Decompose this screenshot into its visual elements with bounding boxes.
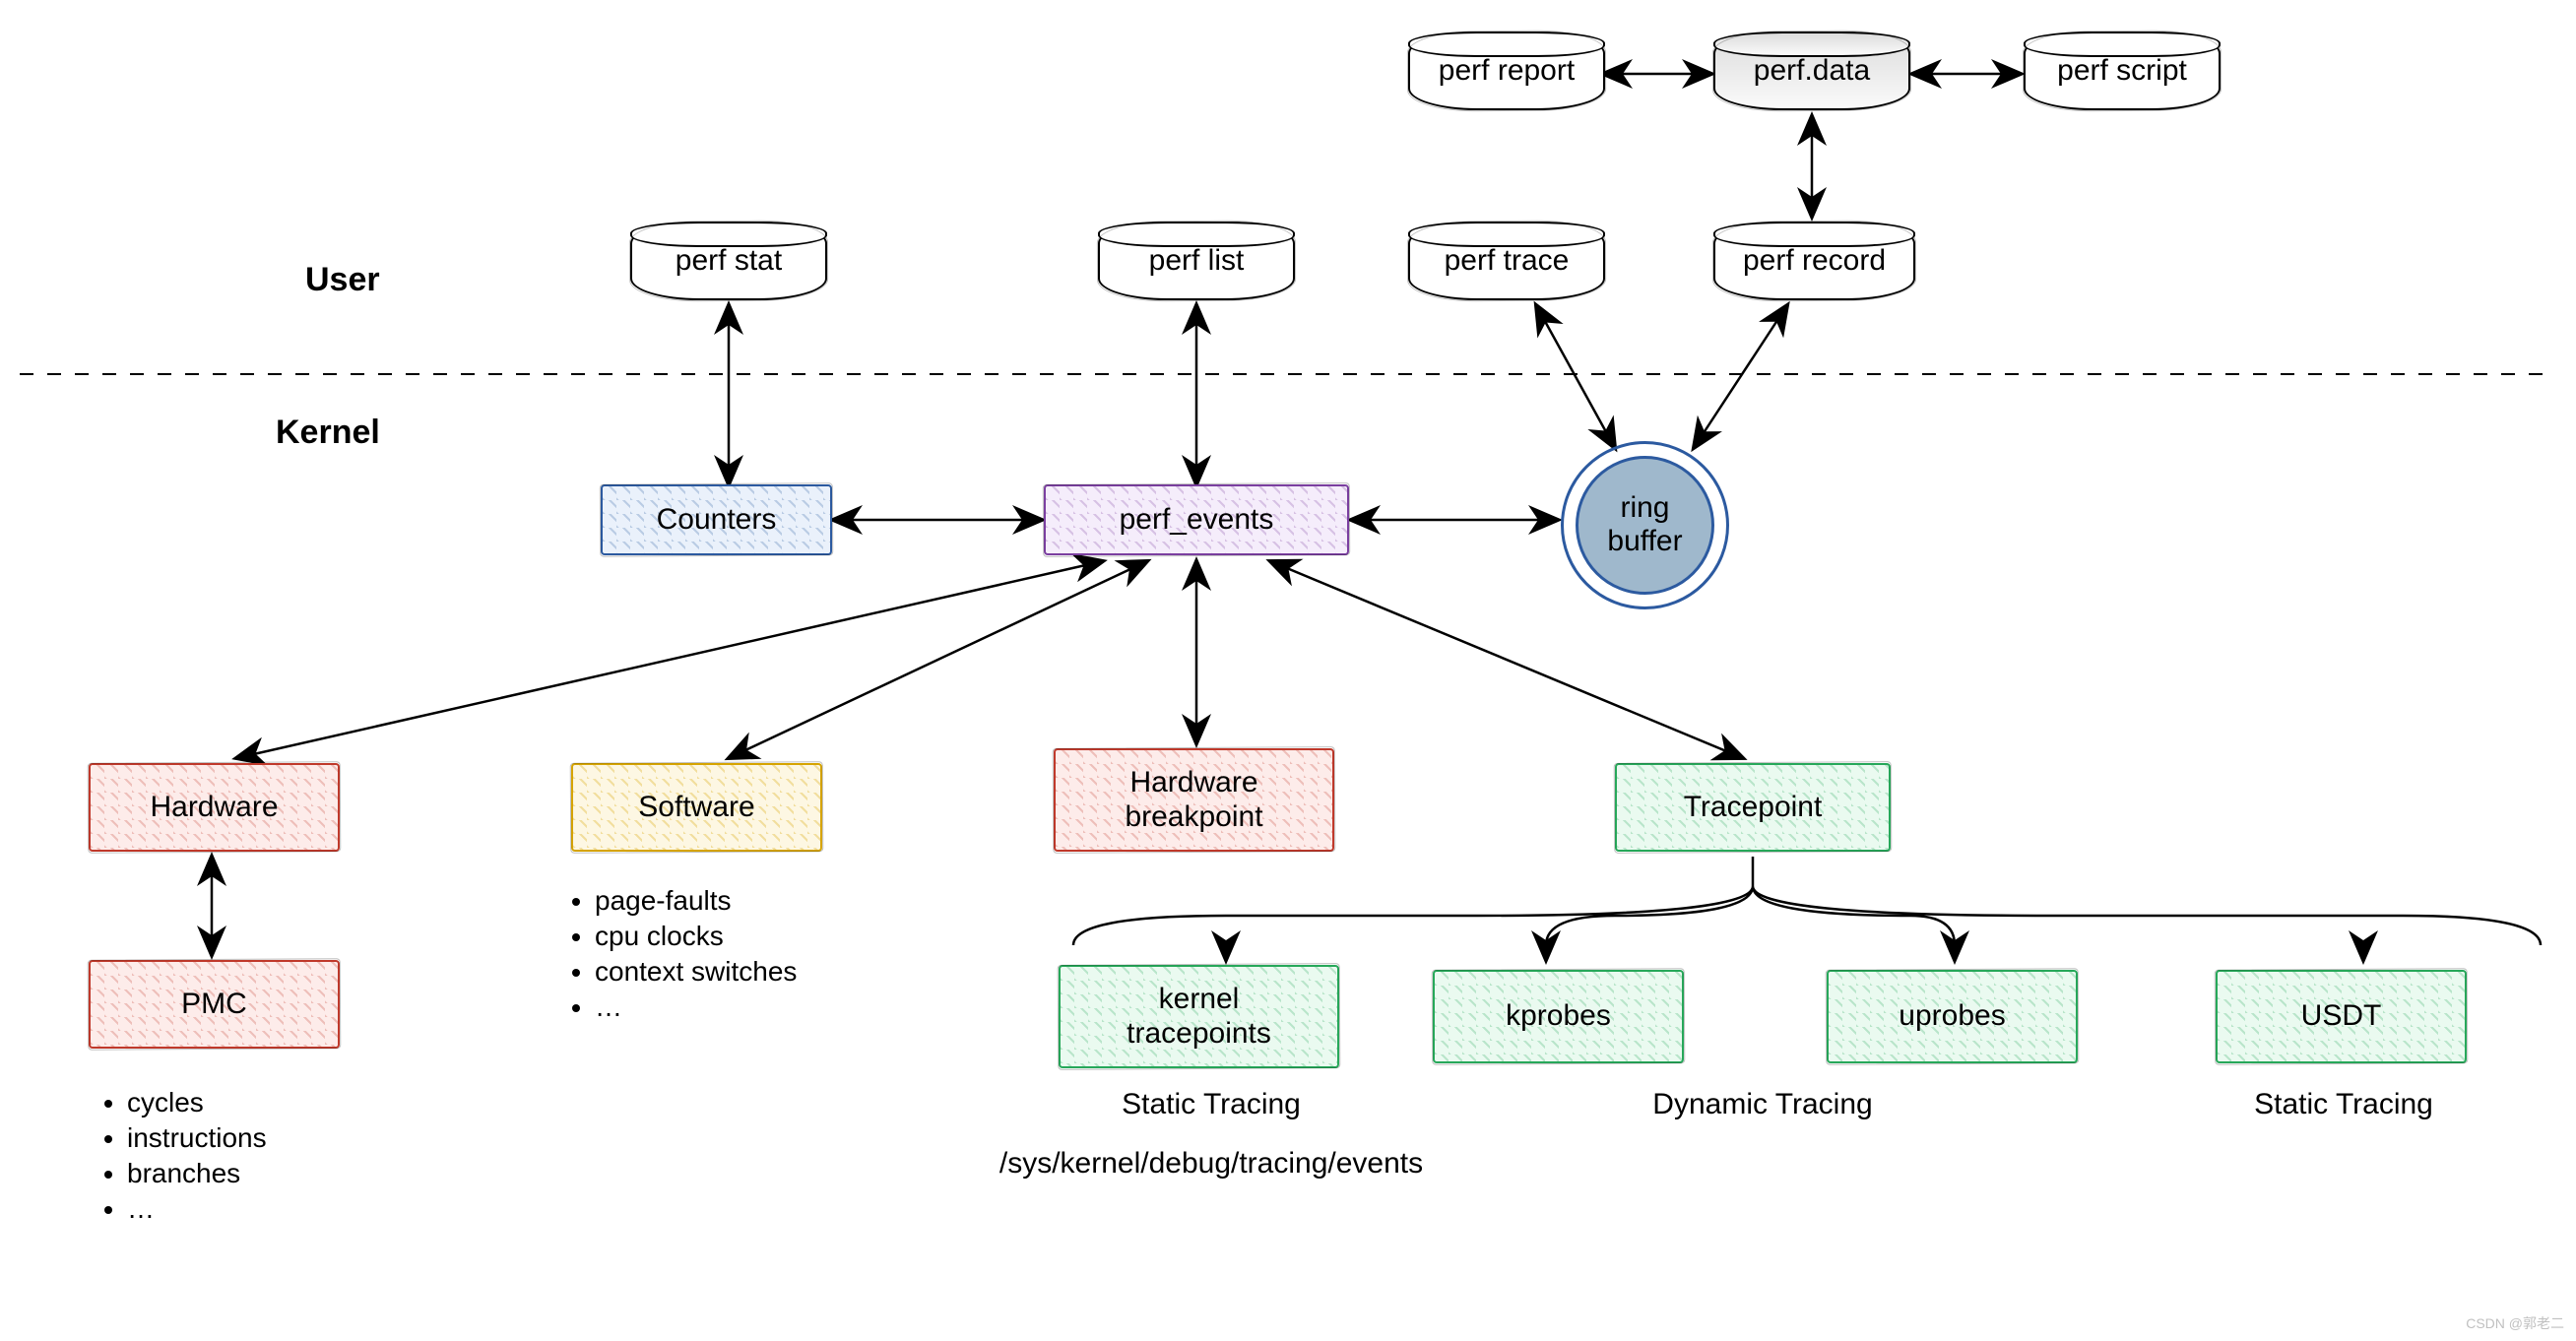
pmc-bullet: instructions [127, 1122, 409, 1154]
software-bullet: page-faults [595, 885, 935, 917]
caption-static-tracing-2: Static Tracing [2216, 1088, 2472, 1121]
caption-sysfs-path: /sys/kernel/debug/tracing/events [906, 1147, 1516, 1181]
software-bullet: cpu clocks [595, 921, 935, 952]
kernel-tracepoints-label: kernel tracepoints [1127, 983, 1271, 1051]
pmc-bullet: branches [127, 1158, 409, 1189]
usdt-label: USDT [2301, 999, 2382, 1034]
watermark: CSDN @郭老二 [2466, 1313, 2564, 1333]
box-pmc: PMC [89, 960, 340, 1049]
software-bullet: context switches [595, 956, 935, 988]
uprobes-label: uprobes [1899, 999, 2005, 1034]
box-hw-breakpoint: Hardware breakpoint [1054, 748, 1334, 852]
caption-static-tracing-1: Static Tracing [1083, 1088, 1339, 1121]
box-tracepoint: Tracepoint [1615, 763, 1891, 852]
caption-dynamic-tracing: Dynamic Tracing [1566, 1088, 1960, 1121]
box-uprobes: uprobes [1827, 970, 2078, 1063]
perf-record-label: perf record [1743, 244, 1886, 278]
disk-perf-stat: perf stat [630, 222, 827, 300]
disk-perf-trace: perf trace [1408, 222, 1605, 300]
ring-buffer-label: ring buffer [1607, 491, 1682, 558]
label-kernel: Kernel [276, 414, 380, 452]
label-user: User [305, 261, 380, 299]
box-usdt: USDT [2216, 970, 2467, 1063]
box-counters: Counters [601, 484, 832, 555]
diagram-canvas: User Kernel perf report perf.data perf s… [0, 0, 2576, 1341]
perf-script-label: perf script [2057, 54, 2187, 88]
disk-perf-script: perf script [2024, 32, 2221, 110]
perf-events-label: perf_events [1120, 503, 1274, 538]
perf-stat-label: perf stat [676, 244, 782, 278]
software-label: Software [638, 791, 754, 825]
counters-label: Counters [657, 503, 777, 538]
perf-trace-label: perf trace [1445, 244, 1570, 278]
kprobes-label: kprobes [1506, 999, 1611, 1034]
pmc-label: PMC [181, 988, 247, 1022]
bullets-pmc: cycles instructions branches … [94, 1083, 409, 1229]
circle-ring-buffer: ring buffer [1561, 441, 1729, 609]
hw-breakpoint-label: Hardware breakpoint [1125, 766, 1262, 834]
box-kernel-tracepoints: kernel tracepoints [1059, 965, 1339, 1068]
perf-data-label: perf.data [1754, 54, 1870, 88]
hardware-label: Hardware [150, 791, 278, 825]
perf-list-label: perf list [1149, 244, 1245, 278]
tracepoint-label: Tracepoint [1684, 791, 1823, 825]
box-hardware: Hardware [89, 763, 340, 852]
disk-perf-record: perf record [1713, 222, 1915, 300]
box-perf-events: perf_events [1044, 484, 1349, 555]
box-software: Software [571, 763, 822, 852]
disk-perf-report: perf report [1408, 32, 1605, 110]
perf-report-label: perf report [1439, 54, 1575, 88]
box-kprobes: kprobes [1433, 970, 1684, 1063]
pmc-bullet: cycles [127, 1087, 409, 1118]
pmc-bullet: … [127, 1193, 409, 1225]
disk-perf-data: perf.data [1713, 32, 1910, 110]
disk-perf-list: perf list [1098, 222, 1295, 300]
bullets-software: page-faults cpu clocks context switches … [561, 881, 935, 1027]
software-bullet: … [595, 991, 935, 1023]
